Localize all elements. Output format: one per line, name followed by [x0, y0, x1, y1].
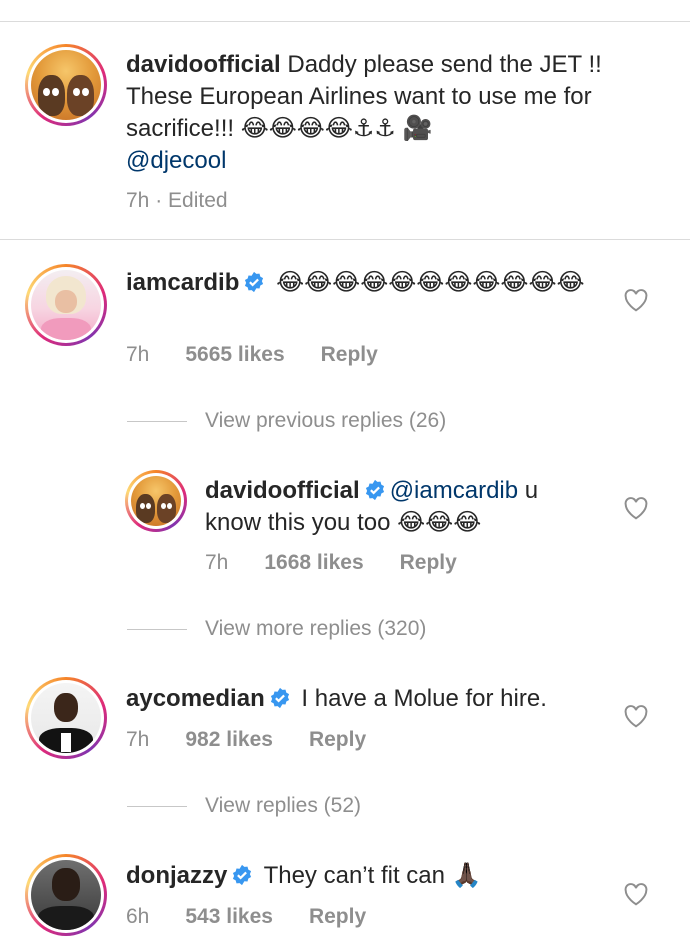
caption: davidoofficial Daddy please send the JET… — [126, 49, 646, 177]
reply-davidoofficial: davidoofficial @iamcardib u know this you… — [205, 475, 595, 539]
comment-text: 😂😂😂😂😂😂😂😂😂😂😂 — [276, 269, 585, 296]
comment-time: 7h — [126, 343, 150, 366]
view-replies-label: View previous replies (26) — [205, 409, 447, 432]
comment-username[interactable]: aycomedian — [126, 685, 265, 712]
heart-icon[interactable] — [623, 288, 649, 312]
reply-time: 7h — [205, 551, 229, 574]
view-replies[interactable]: View replies (52) — [127, 791, 361, 821]
comment-aycomedian: aycomedian I have a Molue for hire. — [126, 683, 606, 715]
verified-badge-icon — [365, 479, 384, 501]
comment-meta-donjazzy: 6h 543 likes Reply — [126, 904, 402, 930]
replies-line — [127, 628, 187, 630]
comment-avatar-aycomedian[interactable] — [25, 677, 107, 759]
caption-avatar[interactable] — [25, 44, 107, 126]
verified-badge-icon — [270, 687, 289, 709]
comment-avatar-iamcardib[interactable] — [25, 264, 107, 346]
comment-meta-iamcardib: 7h 5665 likes Reply — [126, 342, 414, 368]
reply-username[interactable]: davidoofficial — [205, 477, 360, 504]
divider — [0, 239, 690, 240]
caption-timestamp: 7h · Edited — [126, 189, 228, 212]
comment-iamcardib: iamcardib 😂😂😂😂😂😂😂😂😂😂😂 — [126, 267, 606, 299]
heart-icon[interactable] — [623, 882, 649, 906]
comment-username[interactable]: donjazzy — [126, 862, 227, 889]
replies-line — [127, 420, 187, 422]
heart-icon[interactable] — [623, 496, 649, 520]
comment-username[interactable]: iamcardib — [126, 269, 239, 296]
comment-time: 6h — [126, 905, 150, 928]
comment-likes[interactable]: 5665 likes — [185, 342, 284, 368]
view-previous-replies[interactable]: View previous replies (26) — [127, 406, 446, 436]
comment-text: I have a Molue for hire. — [301, 685, 547, 712]
comment-likes[interactable]: 982 likes — [185, 727, 273, 753]
reply-button[interactable]: Reply — [400, 550, 457, 576]
reply-mention[interactable]: @iamcardib — [390, 477, 518, 504]
comment-likes[interactable]: 543 likes — [185, 904, 273, 930]
caption-mention[interactable]: @djecool — [126, 147, 226, 174]
comment-text: They can’t fit can 🙏🏿 — [263, 862, 482, 889]
verified-badge-icon — [233, 864, 252, 886]
replies-line — [127, 805, 187, 807]
reply-button[interactable]: Reply — [309, 904, 366, 930]
comment-time: 7h — [126, 728, 150, 751]
view-replies-label: View more replies (320) — [205, 617, 427, 640]
view-replies-label: View replies (52) — [205, 794, 362, 817]
reply-meta-davidoofficial: 7h 1668 likes Reply — [205, 550, 493, 576]
reply-button[interactable]: Reply — [309, 727, 366, 753]
reply-button[interactable]: Reply — [321, 342, 378, 368]
caption-meta: 7h · Edited — [126, 188, 264, 214]
reply-avatar-davidoofficial[interactable] — [125, 470, 187, 532]
top-bar — [0, 0, 690, 22]
verified-badge-icon — [245, 271, 264, 293]
comment-avatar-donjazzy[interactable] — [25, 854, 107, 936]
reply-likes[interactable]: 1668 likes — [264, 550, 363, 576]
view-more-replies[interactable]: View more replies (320) — [127, 614, 426, 644]
comment-meta-aycomedian: 7h 982 likes Reply — [126, 727, 402, 753]
caption-username[interactable]: davidoofficial — [126, 51, 281, 78]
heart-icon[interactable] — [623, 704, 649, 728]
comment-donjazzy: donjazzy They can’t fit can 🙏🏿 — [126, 860, 606, 892]
